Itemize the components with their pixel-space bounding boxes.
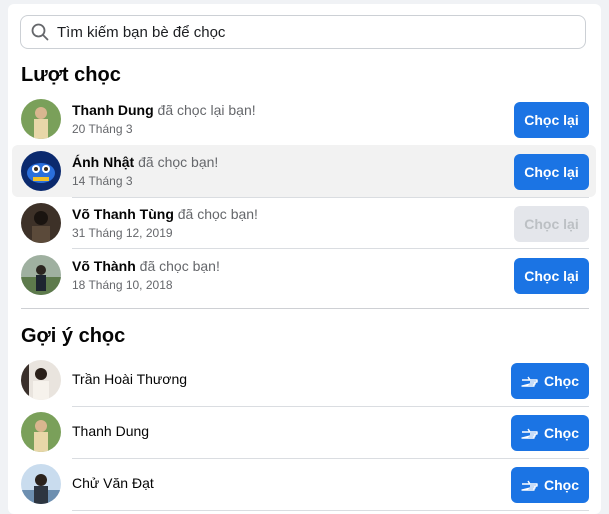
pokes-card: Lượt chọc Thanh Dung đã chọc lại bạn! 20…: [8, 4, 601, 514]
poke-back-button[interactable]: Chọc lại: [514, 206, 589, 242]
poke-row: Võ Thanh Tùng đã chọc bạn! 31 Tháng 12, …: [12, 197, 596, 249]
poke-action-text: đã chọc bạn!: [138, 154, 219, 170]
poke-hand-icon: [521, 428, 538, 439]
poke-hand-icon: [521, 480, 538, 491]
avatar[interactable]: [21, 203, 61, 243]
avatar[interactable]: [21, 255, 61, 295]
poke-button-label: Chọc: [544, 373, 579, 389]
avatar[interactable]: [21, 99, 61, 139]
avatar[interactable]: [21, 151, 61, 191]
suggestion-row: Trần Hoài Thương Chọc: [12, 354, 596, 406]
poke-action-text: đã chọc bạn!: [139, 258, 220, 274]
poke-date: 20 Tháng 3: [72, 122, 133, 136]
poke-date: 31 Tháng 12, 2019: [72, 226, 173, 240]
poke-button-label: Chọc: [544, 425, 579, 441]
poke-action-text: đã chọc lại bạn!: [157, 102, 256, 118]
poker-name[interactable]: Ánh Nhật: [72, 154, 134, 170]
poke-action-text: đã chọc bạn!: [177, 206, 258, 222]
poke-row: Võ Thành đã chọc bạn! 18 Tháng 10, 2018 …: [12, 249, 596, 301]
avatar[interactable]: [21, 360, 61, 400]
poke-row: Ánh Nhật đã chọc bạn! 14 Tháng 3 Chọc lạ…: [12, 145, 596, 197]
poke-date: 14 Tháng 3: [72, 174, 133, 188]
row-divider: [72, 510, 589, 511]
avatar[interactable]: [21, 412, 61, 452]
pokes-section-title: Lượt chọc: [21, 64, 121, 86]
poker-name[interactable]: Võ Thành: [72, 258, 136, 274]
poke-back-button[interactable]: Chọc lại: [514, 258, 589, 294]
search-box[interactable]: [20, 15, 586, 49]
poke-back-button[interactable]: Chọc lại: [514, 102, 589, 138]
poker-name[interactable]: Võ Thanh Tùng: [72, 206, 174, 222]
avatar[interactable]: [21, 464, 61, 504]
suggestion-row: Thanh Dung Chọc: [12, 406, 596, 458]
suggestion-name[interactable]: Trần Hoài Thương: [72, 371, 187, 387]
poke-back-button[interactable]: Chọc lại: [514, 154, 589, 190]
poke-button-label: Chọc: [544, 477, 579, 493]
poke-button[interactable]: Chọc: [511, 467, 589, 503]
search-icon: [31, 23, 49, 41]
search-input[interactable]: [55, 22, 559, 42]
suggestion-row: Chử Văn Đạt Chọc: [12, 458, 596, 510]
suggestion-name[interactable]: Chử Văn Đạt: [72, 475, 154, 491]
suggestion-name[interactable]: Thanh Dung: [72, 423, 149, 439]
poke-date: 18 Tháng 10, 2018: [72, 278, 173, 292]
poke-hand-icon: [521, 376, 538, 387]
poker-name[interactable]: Thanh Dung: [72, 102, 154, 118]
poke-button[interactable]: Chọc: [511, 363, 589, 399]
poke-button[interactable]: Chọc: [511, 415, 589, 451]
section-divider: [21, 308, 589, 309]
poke-row: Thanh Dung đã chọc lại bạn! 20 Tháng 3 C…: [12, 93, 596, 145]
suggestions-section-title: Gợi ý chọc: [21, 325, 126, 347]
